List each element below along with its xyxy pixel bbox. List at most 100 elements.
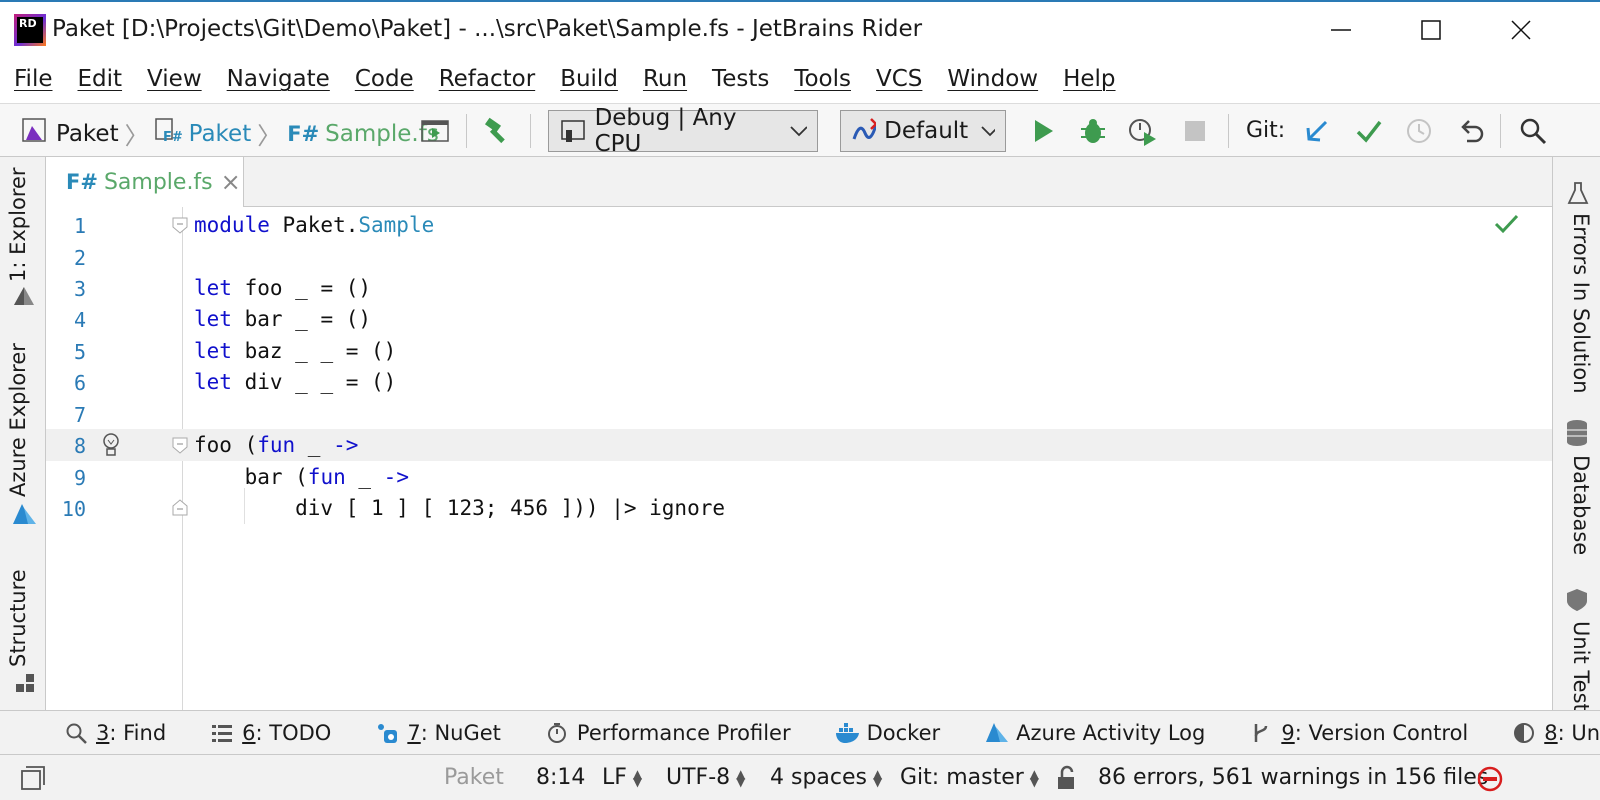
- menu-file[interactable]: File: [14, 66, 53, 92]
- build-button[interactable]: [482, 116, 512, 146]
- editor-tab-bar: F# Sample.fs ×: [46, 157, 1552, 207]
- menu-edit[interactable]: Edit: [78, 66, 123, 92]
- tab-azure-explorer-label: Azure Explorer: [6, 343, 30, 497]
- close-window-button[interactable]: [1498, 10, 1544, 50]
- tab-structure[interactable]: Structure: [6, 569, 30, 667]
- tab-azure-explorer[interactable]: Azure Explorer: [6, 343, 30, 497]
- unlock-icon: [1058, 765, 1074, 789]
- menu-code[interactable]: Code: [355, 66, 414, 92]
- menu-vcs[interactable]: VCS: [876, 66, 922, 92]
- run-window-button[interactable]: [420, 116, 450, 146]
- tab-unit-tests[interactable]: Unit Tests: [1569, 621, 1593, 710]
- maximize-button[interactable]: [1408, 10, 1454, 50]
- tool-azure-activity-log[interactable]: Azure Activity Log: [984, 721, 1205, 745]
- configuration-value: Debug | Any CPU: [594, 105, 737, 157]
- tab-structure-label: Structure: [6, 569, 30, 667]
- configuration-dropdown[interactable]: Debug | Any CPU: [548, 105, 818, 157]
- git-label: Git:: [1246, 118, 1286, 143]
- breadcrumb-project[interactable]: Paket: [189, 121, 252, 147]
- status-line-separator[interactable]: LF ▲ ▼: [602, 765, 642, 790]
- fold-icon[interactable]: [172, 437, 188, 455]
- toolbar-separator: [530, 114, 531, 148]
- code-line: 1 module Paket.Sample: [46, 209, 1552, 241]
- stopwatch-icon: [545, 721, 569, 745]
- read-only-lock-button[interactable]: [1054, 765, 1078, 797]
- code-line-current: 8 foo (fun _ ->: [46, 429, 1552, 461]
- nuget-icon: [375, 721, 399, 745]
- line-number: 6: [73, 371, 86, 395]
- tool-todo-number: 6: [242, 720, 256, 745]
- git-commit-button[interactable]: [1354, 116, 1384, 146]
- clock-icon: [1407, 119, 1431, 143]
- tool-vc-label: : Version Control: [1294, 720, 1469, 745]
- code-line: 7: [46, 398, 1552, 430]
- list-icon: [210, 721, 234, 745]
- tab-errors-in-solution[interactable]: Errors In Solution: [1569, 213, 1593, 394]
- tool-docker[interactable]: Docker: [835, 721, 940, 745]
- status-encoding[interactable]: UTF-8 ▲ ▼: [666, 765, 745, 790]
- lightbulb-icon[interactable]: [100, 432, 122, 458]
- menu-navigate[interactable]: Navigate: [227, 66, 330, 92]
- flask-icon: [1567, 181, 1589, 211]
- error-indicator-button[interactable]: [1476, 765, 1504, 799]
- tool-version-control[interactable]: 9: Version Control: [1249, 721, 1468, 745]
- code-editor[interactable]: 1 module Paket.Sample 2 3 let foo _ = ()…: [46, 207, 1552, 710]
- status-indent[interactable]: 4 spaces ▲ ▼: [770, 765, 882, 790]
- run-button[interactable]: [1028, 116, 1058, 146]
- code-line: 6 let div _ _ = (): [46, 366, 1552, 398]
- minimize-button[interactable]: [1318, 10, 1364, 50]
- tool-find[interactable]: 3: Find: [64, 721, 166, 745]
- tab-close-icon[interactable]: ×: [221, 168, 241, 196]
- play-icon: [1035, 120, 1053, 142]
- hammer-icon: [484, 117, 505, 144]
- docker-icon: [835, 721, 859, 745]
- breadcrumb-solution[interactable]: Paket: [56, 121, 119, 147]
- status-project: Paket: [444, 765, 504, 790]
- search-button[interactable]: [1518, 116, 1548, 146]
- menu-run[interactable]: Run: [643, 66, 687, 92]
- menu-build[interactable]: Build: [560, 66, 618, 92]
- git-history-button[interactable]: [1404, 116, 1434, 146]
- window-title: Paket [D:\Projects\Git\Demo\Paket] - ...…: [52, 16, 923, 42]
- tab-explorer[interactable]: 1: Explorer: [6, 167, 30, 282]
- editor-tab-label: Sample.fs: [103, 169, 213, 195]
- code-text: let div _ _ = (): [194, 370, 397, 394]
- app-icon-text: RD: [17, 17, 43, 43]
- code-text: foo (fun _ ->: [194, 433, 359, 457]
- run-target-dropdown[interactable]: Default: [840, 110, 1006, 152]
- profile-button[interactable]: [1128, 116, 1158, 146]
- breadcrumb: Paket 〉 F# Paket 〉 F# Sample.fs: [22, 116, 439, 151]
- tab-database[interactable]: Database: [1569, 455, 1593, 555]
- tab-unit-tests-label: Unit Tests: [1569, 621, 1593, 710]
- tab-errors-label: Errors In Solution: [1569, 213, 1593, 394]
- stop-button[interactable]: [1180, 116, 1210, 146]
- arrow-down-left-icon: [1306, 120, 1328, 142]
- chevron-down-icon: [789, 126, 807, 137]
- tool-unit-tests[interactable]: 8: Unit Tests: [1512, 721, 1600, 745]
- menu-window[interactable]: Window: [947, 66, 1038, 92]
- fold-end-icon[interactable]: [172, 498, 188, 516]
- status-caret-position[interactable]: 8:14: [536, 765, 585, 790]
- updown-icon: ▲ ▼: [632, 767, 643, 789]
- menu-refactor[interactable]: Refactor: [439, 66, 535, 92]
- tool-performance-profiler[interactable]: Performance Profiler: [545, 721, 791, 745]
- git-rollback-button[interactable]: [1456, 116, 1486, 146]
- tool-todo[interactable]: 6: TODO: [210, 721, 331, 745]
- fold-icon[interactable]: [172, 217, 188, 235]
- editor-tab-sample[interactable]: F# Sample.fs ×: [46, 157, 244, 207]
- tool-vc-number: 9: [1281, 720, 1295, 745]
- git-update-button[interactable]: [1302, 116, 1332, 146]
- tool-nuget[interactable]: 7: NuGet: [375, 721, 501, 745]
- menu-tools[interactable]: Tools: [794, 66, 851, 92]
- menu-tests[interactable]: Tests: [712, 66, 769, 92]
- tool-find-label: : Find: [109, 720, 167, 745]
- status-git-branch[interactable]: Git: master ▲ ▼: [900, 765, 1039, 790]
- toggle-tool-windows-button[interactable]: [20, 765, 46, 797]
- status-problems[interactable]: 86 errors, 561 warnings in 156 files: [1098, 765, 1488, 790]
- menu-view[interactable]: View: [147, 66, 202, 92]
- menu-help[interactable]: Help: [1063, 66, 1115, 92]
- code-text: module Paket.Sample: [194, 213, 435, 237]
- debug-button[interactable]: [1078, 116, 1108, 146]
- line-number: 5: [73, 340, 86, 364]
- chevron-down-icon: [981, 126, 995, 137]
